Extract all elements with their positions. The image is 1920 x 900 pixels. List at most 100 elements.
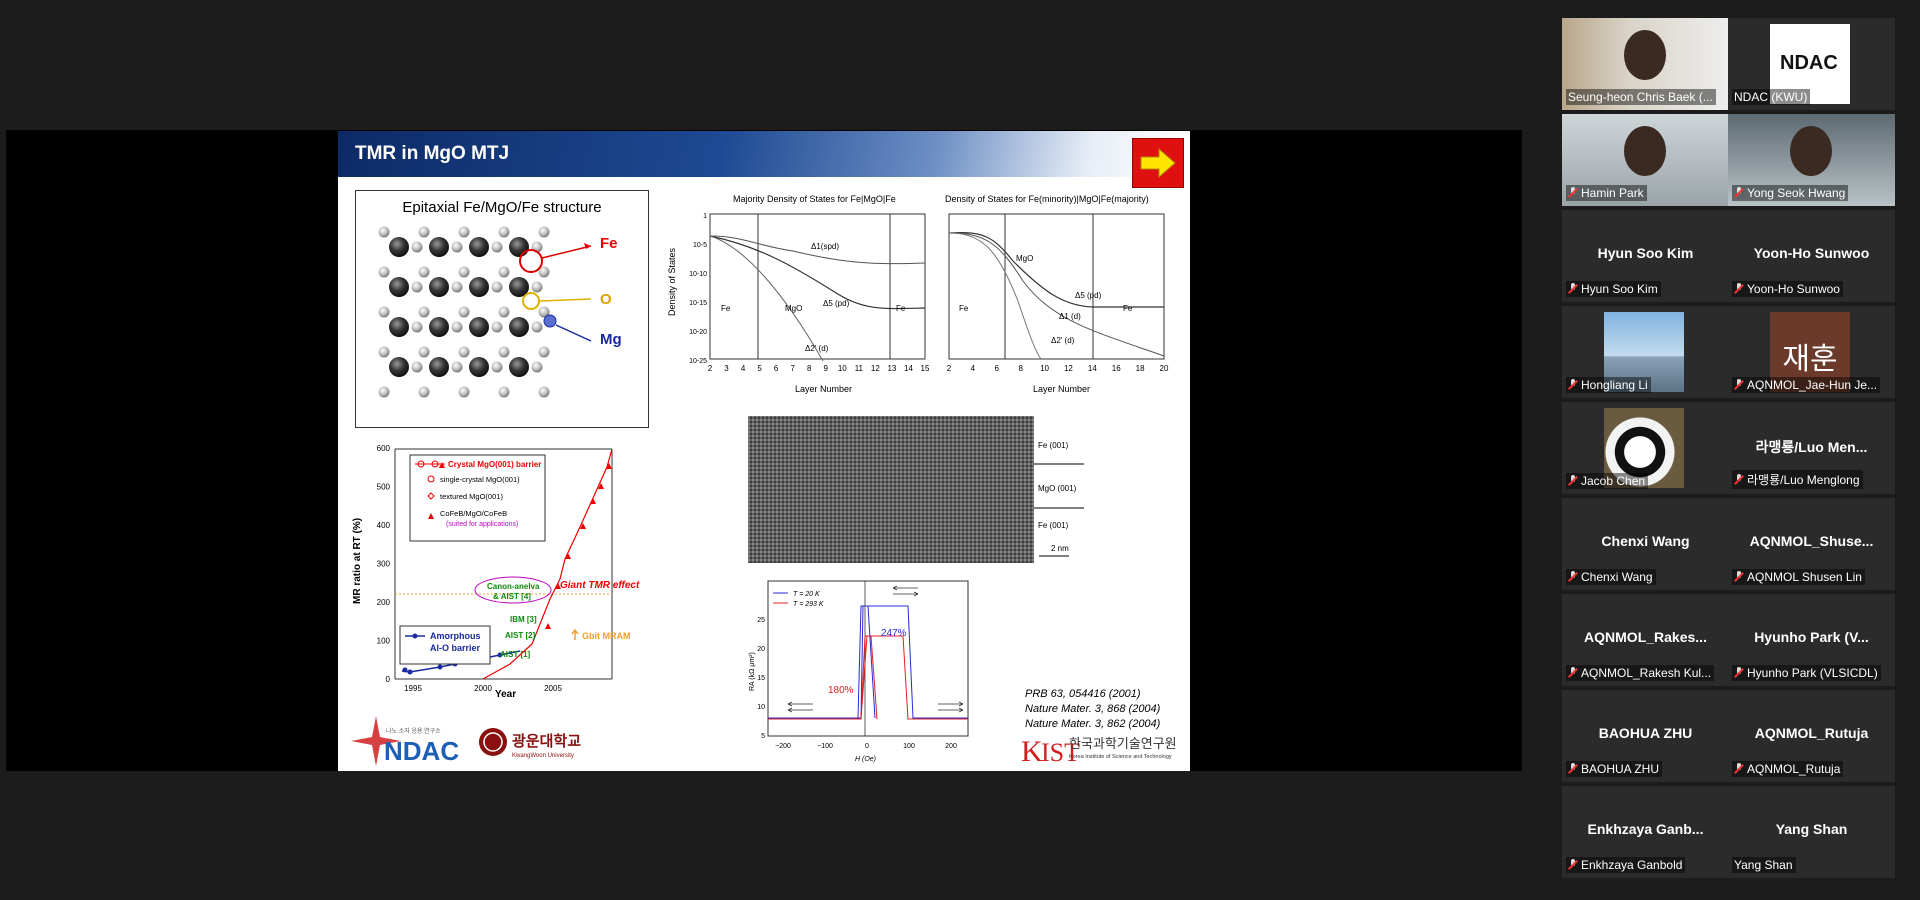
- participant-tile[interactable]: AQNMOL_Shuse... AQNMOL Shusen Lin: [1728, 498, 1895, 590]
- muted-mic-icon: [1734, 474, 1744, 485]
- participant-tile[interactable]: Yang Shan Yang Shan: [1728, 786, 1895, 878]
- dos-left-xtick: 7: [790, 364, 795, 373]
- dos-left-xtick: 12: [871, 364, 880, 373]
- muted-mic-icon: [1734, 667, 1744, 678]
- muted-mic-icon: [1568, 379, 1578, 390]
- rh-xtick: 100: [903, 743, 915, 750]
- lattice-small-atom: [491, 281, 503, 293]
- mr-legend-textured: textured MgO(001): [440, 492, 503, 501]
- dos-right-xtick: 20: [1160, 364, 1169, 373]
- lattice-small-atom: [498, 386, 510, 398]
- rh-ylabel: RA (kΩ μm²): [749, 652, 756, 691]
- participant-tile[interactable]: Enkhzaya Ganb... Enkhzaya Ganbold: [1562, 786, 1729, 878]
- participant-label: Hyun Soo Kim: [1566, 281, 1661, 297]
- svg-text:K: K: [1021, 735, 1043, 766]
- mr-ylabel: MR ratio at RT (%): [352, 518, 363, 604]
- participant-tile[interactable]: 라맹룡/Luo Men... 라맹룡/Luo Menglong: [1728, 402, 1895, 494]
- person-silhouette: [1624, 30, 1666, 80]
- label-o: O: [600, 291, 612, 308]
- participant-tile[interactable]: Hyun Soo Kim Hyun Soo Kim: [1562, 210, 1729, 302]
- tem-scale-bar: 2 nm: [1051, 544, 1069, 553]
- rh-xtick: −100: [817, 743, 833, 750]
- lattice-big-atom: [469, 277, 489, 297]
- lattice-small-atom: [498, 226, 510, 238]
- muted-mic-icon: [1734, 763, 1744, 774]
- epitaxial-structure-panel: Epitaxial Fe/MgO/Fe structure Fe O Mg: [355, 190, 649, 428]
- lattice-big-atom: [389, 357, 409, 377]
- participant-label: AQNMOL_Rakesh Kul...: [1566, 665, 1715, 681]
- lattice-small-atom: [418, 386, 430, 398]
- rh-ytick: 25: [757, 617, 765, 624]
- dos-label-d5-right: Δ5 (pd): [1075, 291, 1102, 300]
- dos-label-mgo-right: MgO: [1016, 254, 1033, 263]
- participant-label-text: NDAC (KWU): [1734, 90, 1808, 104]
- person-silhouette: [1790, 126, 1832, 176]
- rh-ytick: 15: [757, 675, 765, 682]
- reference-1: PRB 63, 054416 (2001): [1025, 688, 1141, 700]
- lattice-small-atom: [458, 386, 470, 398]
- dos-label-d5: Δ5 (pd): [823, 299, 850, 308]
- svg-text:나노 소자 응용 연구소: 나노 소자 응용 연구소: [386, 727, 441, 735]
- lattice-big-atom: [509, 317, 529, 337]
- svg-text:Korea Institute of Science and: Korea Institute of Science and Technolog…: [1069, 754, 1172, 760]
- lattice-small-atom: [411, 321, 423, 333]
- participant-tile[interactable]: AQNMOL_Rutuja AQNMOL_Rutuja: [1728, 690, 1895, 782]
- lattice-big-atom: [469, 237, 489, 257]
- dos-left-xlabel: Layer Number: [795, 384, 852, 394]
- kist-logo: K IST 한국과학기술연구원 Korea Institute of Scien…: [1021, 731, 1186, 771]
- lattice-diagram: [378, 226, 592, 398]
- participant-name: 라맹룡/Luo Men...: [1755, 439, 1868, 455]
- lattice-small-atom: [458, 346, 470, 358]
- participant-tile[interactable]: Jacob Chen: [1562, 402, 1729, 494]
- participant-label-text: AQNMOL_Rutuja: [1747, 762, 1841, 776]
- participant-tile[interactable]: NDAC NDAC (KWU): [1728, 18, 1895, 110]
- lattice-small-atom: [451, 281, 463, 293]
- muted-mic-icon: [1568, 283, 1578, 294]
- lattice-small-atom: [458, 306, 470, 318]
- lattice-small-atom: [498, 306, 510, 318]
- rh-xtick: −200: [775, 743, 791, 750]
- participant-tile[interactable]: AQNMOL_Rakes... AQNMOL_Rakesh Kul...: [1562, 594, 1729, 686]
- lattice-small-atom: [538, 386, 550, 398]
- participant-tile[interactable]: Yoon-Ho Sunwoo Yoon-Ho Sunwoo: [1728, 210, 1895, 302]
- participant-name: Hyun Soo Kim: [1597, 245, 1694, 261]
- participant-tile[interactable]: Yong Seok Hwang: [1728, 114, 1895, 206]
- dos-left-ytick: 10-25: [689, 358, 707, 365]
- participant-tile[interactable]: Hongliang Li: [1562, 306, 1729, 398]
- presentation-slide: TMR in MgO MTJ Epitaxial Fe/MgO/Fe struc…: [338, 131, 1190, 771]
- lattice-small-atom: [531, 321, 543, 333]
- lattice-small-atom: [418, 346, 430, 358]
- participant-label: AQNMOL_Rutuja: [1732, 761, 1844, 777]
- rh-legend-293k: T = 293 K: [793, 601, 824, 608]
- participant-tile[interactable]: Chenxi Wang Chenxi Wang: [1562, 498, 1729, 590]
- participant-label-text: Hongliang Li: [1581, 378, 1648, 392]
- participant-tile[interactable]: Hyunho Park (V... Hyunho Park (VLSICDL): [1728, 594, 1895, 686]
- dos-label-fe-right: Fe: [896, 304, 906, 313]
- rh-ytick: 5: [761, 733, 765, 740]
- anno-ibm: IBM [3]: [510, 615, 537, 624]
- participant-tile[interactable]: Seung-heon Chris Baek (...: [1562, 18, 1729, 110]
- participant-label-text: Seung-heon Chris Baek (...: [1568, 90, 1713, 104]
- lattice-small-atom: [451, 241, 463, 253]
- participant-label-text: BAOHUA ZHU: [1581, 762, 1660, 776]
- dos-right-xtick: 16: [1112, 364, 1121, 373]
- lattice-small-atom: [491, 321, 503, 333]
- participant-label: Jacob Chen: [1566, 473, 1649, 489]
- lattice-big-atom: [389, 237, 409, 257]
- participant-label-text: Hyun Soo Kim: [1581, 282, 1658, 296]
- dos-label-fe-r1: Fe: [959, 304, 969, 313]
- lattice-small-atom: [378, 266, 390, 278]
- svg-text:광운대학교: 광운대학교: [512, 732, 581, 750]
- participant-tile[interactable]: BAOHUA ZHU BAOHUA ZHU: [1562, 690, 1729, 782]
- dos-left-xtick: 11: [855, 364, 864, 373]
- next-arrow-icon[interactable]: [1132, 138, 1184, 188]
- dos-left-xtick: 2: [708, 364, 713, 373]
- lattice-small-atom: [458, 266, 470, 278]
- lattice-small-atom: [498, 346, 510, 358]
- anno-gbit: Gbit MRAM: [582, 631, 631, 641]
- participant-label: Hamin Park: [1566, 185, 1647, 201]
- participant-label: BAOHUA ZHU: [1566, 761, 1663, 777]
- reference-2: Nature Mater. 3, 868 (2004): [1025, 703, 1161, 715]
- participant-tile[interactable]: 재훈 AQNMOL_Jae-Hun Je...: [1728, 306, 1895, 398]
- participant-tile[interactable]: Hamin Park: [1562, 114, 1729, 206]
